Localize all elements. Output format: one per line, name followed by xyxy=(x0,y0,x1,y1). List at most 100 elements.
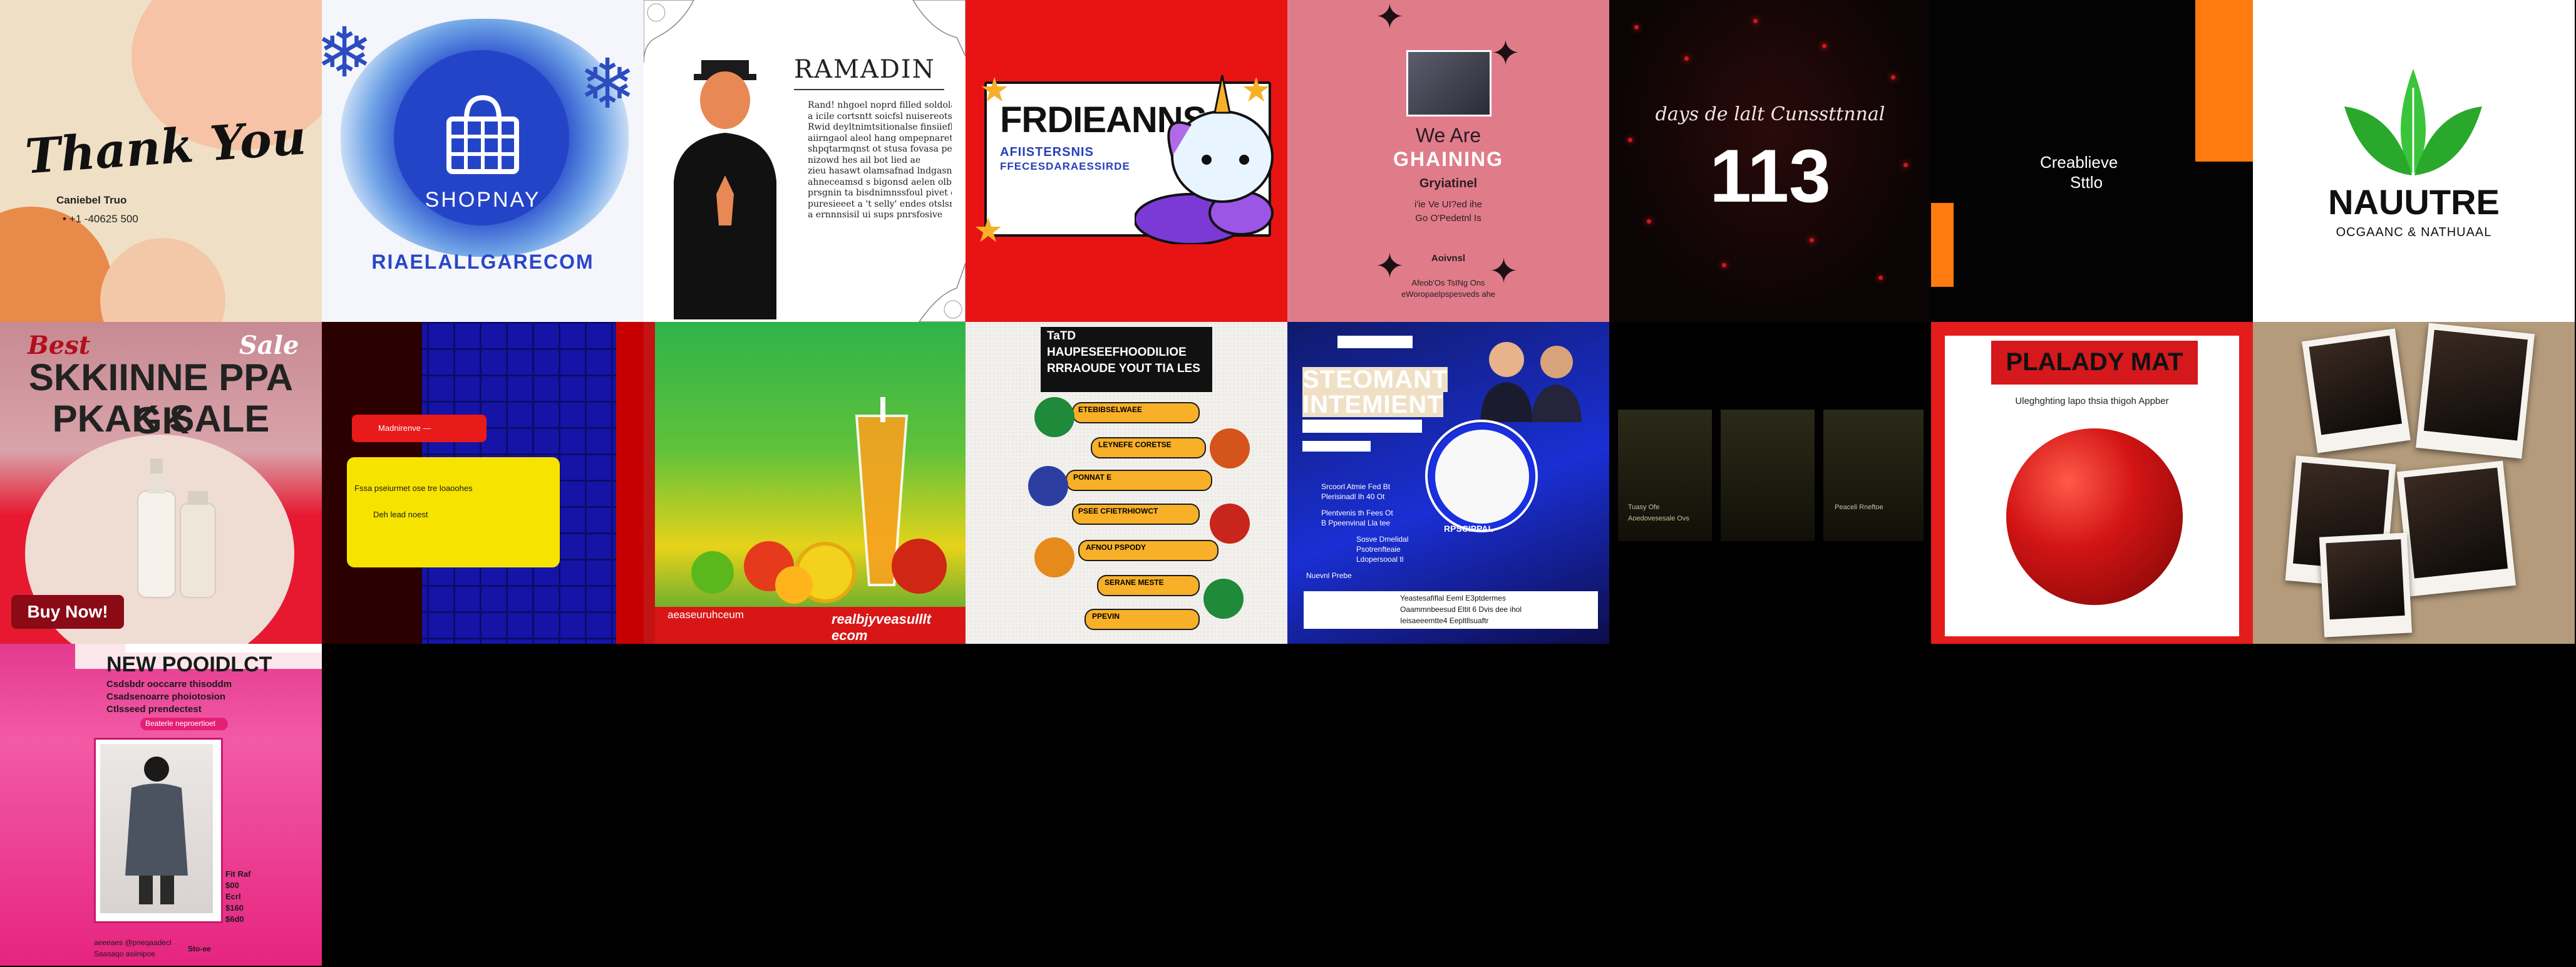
infographic-title-1: TaTD xyxy=(1047,329,1076,343)
snowflake-icon: ❄ xyxy=(322,14,374,91)
body-line: prsgnin ta bisdnimnssfoul pivet dore xyxy=(808,188,952,198)
hiring-title: GHAINING xyxy=(1393,148,1503,170)
info-line: Ldopersooal tl xyxy=(1356,555,1404,564)
light-dot xyxy=(1634,25,1639,29)
template-infographic[interactable]: TaTD HAUPESEEFHOODILIOE RRRAOUDE YOUT TI… xyxy=(966,322,1287,644)
polaroid-photo xyxy=(2397,460,2516,597)
step-illustration xyxy=(1210,428,1250,468)
footer-tag: Sto-ee xyxy=(188,944,211,953)
info-line: B Ppeenvinal Lla tee xyxy=(1321,519,1391,527)
footer-line: Yeastesafiflal Eeml E3ptdermes xyxy=(1400,594,1506,602)
step-label: AFNOU PSPODY xyxy=(1086,543,1146,552)
template-nature-logo[interactable]: NAUUTRE OCGAANC & NATHUAAL xyxy=(2253,0,2575,322)
shop-brand-name: SHOPNAY xyxy=(425,188,541,212)
polaroid-photo xyxy=(2302,328,2411,453)
leaf-logo-icon xyxy=(2344,69,2482,175)
info-line: Plentvenis th Fees Ot xyxy=(1321,509,1393,517)
template-skincare-sale[interactable]: Best Sale SKKIINNE PPA GK PKAK SALE Buy … xyxy=(0,322,322,644)
product-line: Csadsenoarre phoiotosion xyxy=(106,691,226,702)
info-line: Srcoorl Atmie Fed Bt xyxy=(1321,482,1391,491)
ramadan-body: Rand! nhgoel noprd filled soldola a icil… xyxy=(808,100,952,221)
red-ball-image xyxy=(2006,428,2183,605)
template-dark-gallery[interactable]: Tuasy Ofe Aoedovesesale Ovs Peaceli Rnef… xyxy=(1609,322,1931,644)
light-dot xyxy=(1684,56,1689,61)
template-gallery-grid: Thank You Caniebel Truo • +1 -40625 500 … xyxy=(0,0,2576,967)
light-dot xyxy=(1753,19,1758,23)
template-hiring[interactable]: ✦ ✦ ✦ ✦ We Are GHAINING Gryiatinel i'ie … xyxy=(1287,0,1609,322)
step-label: PPEVIN xyxy=(1092,612,1120,621)
template-new-product[interactable]: NEW POOIDLCT Csdsbdr ooccarre thisoddm C… xyxy=(0,644,322,966)
orange-bar xyxy=(1931,203,1954,287)
new-product-title: NEW POOIDLCT xyxy=(106,653,272,676)
event-title-2: INTEMIENT xyxy=(1302,391,1443,418)
step-illustration xyxy=(1034,537,1074,577)
star-icon: ★ xyxy=(979,71,1010,109)
friends-subtitle-2: FFECESDARAESSIRDE xyxy=(1000,160,1130,172)
step-illustration xyxy=(1034,397,1074,437)
step-label: PONNAT E xyxy=(1073,473,1112,482)
hiring-apply: Aoivnsl xyxy=(1431,253,1466,264)
gallery-caption: Tuasy Ofe xyxy=(1628,504,1660,511)
step-illustration xyxy=(1210,504,1250,544)
footer-line: Saasaqo asiinipoe xyxy=(94,949,156,958)
footer-line: Oaammnbeesud Eltit 6 Dvis dee ihol xyxy=(1400,605,1522,614)
info-line: Sosve Dmelidal xyxy=(1356,535,1409,544)
step-label: SERANE MESTE xyxy=(1105,578,1164,587)
nature-title: NAUUTRE xyxy=(2328,182,2500,222)
template-blue-grid-promo[interactable]: Madnirenve — Fssa pseiurmet ose tre loao… xyxy=(322,322,644,644)
footer-line: aeeeaes @pneqaadecl xyxy=(94,938,172,947)
body-line: aiirngaol aleol hang ompepnaret pt xyxy=(808,133,952,143)
snowflake-icon: ❄ xyxy=(579,46,637,123)
template-friends[interactable]: FRDIEANNS AFIISTERSNIS FFECESDARAESSIRDE… xyxy=(966,0,1287,322)
thank-you-phone: • +1 -40625 500 xyxy=(63,213,138,225)
product-title: PLALADY MAT xyxy=(2006,348,2183,376)
template-photo-collage[interactable] xyxy=(2253,322,2575,644)
price-label: Fit Raf xyxy=(225,869,251,879)
step-label: PSEE CFIETRHIOWCT xyxy=(1078,507,1158,515)
speakers-photo xyxy=(1480,342,1582,422)
red-strip xyxy=(644,322,655,644)
light-dot xyxy=(1810,238,1814,242)
light-dot xyxy=(1878,276,1883,280)
body-line: a ernnnsisil ui sups pnrsfosive xyxy=(808,210,943,220)
friends-subtitle: AFIISTERSNIS xyxy=(1000,145,1094,159)
template-fruit-juice[interactable]: aeaseuruhceum realbjyveasulllt ecom xyxy=(644,322,966,644)
template-shop-logo[interactable]: SHOPNAY RIAELALLGARECOM ❄ ❄ xyxy=(322,0,644,322)
light-dot xyxy=(1822,44,1826,48)
top-strip xyxy=(125,644,322,653)
template-christmas-countdown[interactable]: days de lalt Cunssttnnal 113 xyxy=(1609,0,1931,322)
light-dot xyxy=(1891,75,1895,80)
light-dot xyxy=(1722,263,1726,267)
footer-url: realbjyveasulllt ecom xyxy=(832,611,931,643)
sale-headline-2: PKAK SALE xyxy=(52,398,270,440)
fruit-juice-illustration xyxy=(691,397,947,604)
template-ramadan[interactable]: RAMADIN Rand! nhgoel noprd filled soldol… xyxy=(644,0,966,322)
step-label: LEYNEFE CORETSE xyxy=(1098,440,1172,449)
infographic-title-2: HAUPESEEFHOODILIOE xyxy=(1047,346,1187,359)
price-value: $00 xyxy=(225,881,239,890)
skincare-bottles-illustration xyxy=(137,458,216,598)
red-strip xyxy=(616,322,644,644)
countdown-caption: days de lalt Cunssttnnal xyxy=(1655,103,1885,125)
step-illustration xyxy=(1028,466,1068,506)
gallery-panel xyxy=(1721,410,1815,541)
ramadan-title: RAMADIN xyxy=(794,55,935,84)
hiring-role: Gryiatinel xyxy=(1419,177,1478,190)
star-icon: ★ xyxy=(1241,71,1272,109)
step-illustration xyxy=(1203,579,1244,619)
yellow-card-text-2: Deh lead noest xyxy=(373,510,428,519)
template-thank-you[interactable]: Thank You Caniebel Truo • +1 -40625 500 xyxy=(0,0,322,322)
body-line: puresieeet a 't selly' endes otslsni xyxy=(808,199,952,209)
hiring-line: Go O'Pedetnl Is xyxy=(1415,213,1481,224)
template-creative-studio[interactable]: Creablieve Sttlo xyxy=(1931,0,2253,322)
polaroid-photo xyxy=(2319,532,2413,638)
price-value: $6d0 xyxy=(225,914,244,924)
template-student-event[interactable]: STEOMANT INTEMIENT NOOUBRANETENENE BOSSI… xyxy=(1287,322,1609,644)
body-line: ahneceamsd s bigonsd aelen olbal tu xyxy=(808,177,952,187)
decor-blob xyxy=(100,238,225,322)
buy-now-button[interactable]: Buy Now! xyxy=(11,595,124,629)
countdown-number: 113 xyxy=(1709,134,1831,218)
info-line: Plerisinadl Ih 40 Ot xyxy=(1321,492,1385,501)
template-playday-mat[interactable]: PLALADY MAT Uleghghting lapo thsia thigo… xyxy=(1931,322,2253,644)
sparkle-icon: ✦ xyxy=(1491,33,1520,73)
